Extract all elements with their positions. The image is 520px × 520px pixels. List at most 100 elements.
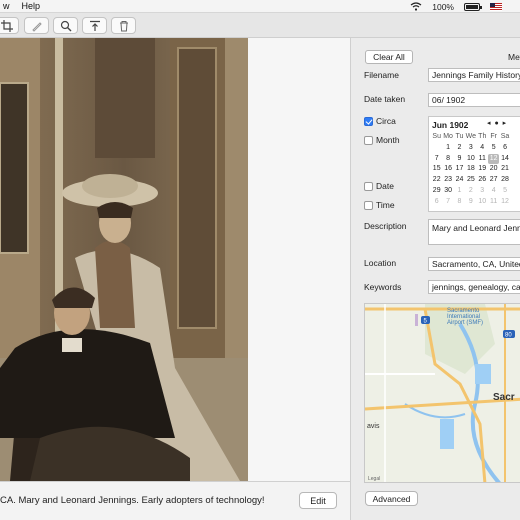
month-checkbox[interactable]: Month	[364, 135, 400, 145]
crop-button[interactable]	[0, 17, 19, 34]
calendar-nav-arrows[interactable]: ◂ ● ▸	[487, 119, 507, 127]
calendar-day[interactable]: 22	[431, 175, 442, 186]
time-checkbox-box[interactable]	[364, 200, 373, 210]
calendar-day[interactable]: 11	[477, 154, 488, 165]
family-photo-image	[0, 38, 248, 481]
us-flag-icon[interactable]	[490, 2, 502, 11]
circa-checkbox[interactable]: Circa	[364, 116, 396, 126]
calendar-day[interactable]: 2	[465, 186, 476, 197]
calendar-day[interactable]: 4	[477, 143, 488, 154]
circa-label: Circa	[376, 116, 396, 126]
calendar-day[interactable]: 14	[499, 154, 510, 165]
circa-checkbox-box[interactable]	[364, 116, 373, 126]
calendar-day[interactable]: 23	[442, 175, 453, 186]
calendar-day[interactable]: 29	[431, 186, 442, 197]
calendar-day[interactable]: 3	[477, 186, 488, 197]
calendar-day[interactable]: 12	[499, 197, 510, 208]
metadata-heading: Met	[508, 52, 520, 62]
menubar: w Help 100%	[0, 0, 520, 13]
upload-icon	[89, 20, 100, 31]
location-map[interactable]: Sacramento International Airport (SMF) S…	[364, 303, 520, 483]
month-checkbox-box[interactable]	[364, 135, 373, 145]
calendar-day[interactable]: 17	[454, 164, 465, 175]
calendar-day[interactable]: 18	[465, 164, 476, 175]
calendar-day[interactable]: 7	[431, 154, 442, 165]
month-label: Month	[376, 135, 400, 145]
delete-button[interactable]	[111, 17, 136, 34]
menu-item-help[interactable]: Help	[22, 1, 41, 11]
edit-caption-button[interactable]: Edit	[299, 492, 337, 509]
calendar-day[interactable]: 3	[465, 143, 476, 154]
weekday-sun: Su	[432, 133, 441, 140]
calendar-day[interactable]: 30	[442, 186, 453, 197]
calendar-day[interactable]: 1	[442, 143, 453, 154]
canvas-background	[248, 38, 350, 481]
weekday-tue: Tu	[455, 133, 464, 140]
toolbar	[0, 13, 520, 38]
export-button[interactable]	[82, 17, 107, 34]
calendar-day[interactable]: 19	[477, 164, 488, 175]
calendar-day[interactable]: 9	[454, 154, 465, 165]
weekday-thu: Th	[478, 133, 487, 140]
pencil-icon	[31, 21, 42, 32]
pencil-button[interactable]	[24, 17, 49, 34]
photo-view[interactable]	[0, 38, 248, 481]
calendar-day[interactable]: 6	[431, 197, 442, 208]
description-field[interactable]: Mary and Leonard Jenni	[428, 219, 520, 245]
calendar-day[interactable]: 16	[442, 164, 453, 175]
calendar-day[interactable]: 9	[465, 197, 476, 208]
calendar-day[interactable]: 25	[465, 175, 476, 186]
calendar-day[interactable]: 24	[454, 175, 465, 186]
keywords-field[interactable]: jennings, genealogy, cal	[428, 280, 520, 294]
calendar-day[interactable]: 20	[488, 164, 499, 175]
trash-icon	[119, 20, 128, 31]
metadata-panel: Clear All Met Filename Jennings Family H…	[350, 38, 520, 520]
weekday-wed: We	[465, 133, 477, 140]
calendar-day[interactable]: 1	[454, 186, 465, 197]
calendar-day[interactable]: 28	[499, 175, 510, 186]
location-field[interactable]: Sacramento, CA, United S	[428, 257, 520, 271]
filename-field[interactable]: Jennings Family History	[428, 68, 520, 82]
calendar-day[interactable]: 10	[465, 154, 476, 165]
battery-percent: 100%	[432, 1, 454, 12]
calendar-day[interactable]	[431, 143, 442, 154]
calendar-day[interactable]: 26	[477, 175, 488, 186]
wifi-icon[interactable]	[410, 2, 422, 11]
calendar-day[interactable]: 2	[454, 143, 465, 154]
time-checkbox[interactable]: Time	[364, 200, 395, 210]
caption-bar: CA. Mary and Leonard Jennings. Early ado…	[0, 481, 350, 520]
map-highway-80: 80	[505, 333, 512, 339]
calendar-day-selected[interactable]: 12	[487, 153, 500, 165]
crop-icon	[0, 19, 13, 32]
calendar-day[interactable]: 11	[488, 197, 499, 208]
calendar-day[interactable]: 21	[499, 164, 510, 175]
date-label: Date	[376, 181, 394, 191]
map-image: Sacramento International Airport (SMF) S…	[365, 304, 520, 482]
clear-all-button[interactable]: Clear All	[365, 50, 413, 64]
map-city-label: Sacr	[493, 392, 515, 403]
calendar-day[interactable]: 6	[499, 143, 510, 154]
calendar-day[interactable]: 15	[431, 164, 442, 175]
calendar-day[interactable]: 10	[477, 197, 488, 208]
calendar-day[interactable]: 4	[488, 186, 499, 197]
calendar-day[interactable]: 5	[499, 186, 510, 197]
battery-icon[interactable]	[464, 2, 482, 11]
calendar-day[interactable]: 8	[442, 154, 453, 165]
calendar-day[interactable]: 5	[488, 143, 499, 154]
filename-label: Filename	[364, 70, 399, 80]
menu-item-window[interactable]: w	[3, 1, 10, 11]
keywords-label: Keywords	[364, 282, 402, 292]
date-taken-field[interactable]: 06/ 1902	[428, 93, 520, 107]
calendar-day[interactable]: 7	[442, 197, 453, 208]
advanced-button[interactable]: Advanced	[365, 491, 418, 506]
map-legal-link[interactable]: Legal	[368, 476, 380, 482]
status-area: 100%	[410, 0, 502, 13]
calendar-day[interactable]: 8	[454, 197, 465, 208]
weekday-mon: Mo	[443, 133, 453, 140]
date-picker-calendar[interactable]: Jun 1902 ◂ ● ▸ Su Mo Tu We Th Fr Sa 1234…	[428, 116, 520, 212]
date-checkbox-box[interactable]	[364, 181, 373, 191]
zoom-button[interactable]	[53, 17, 78, 34]
date-checkbox[interactable]: Date	[364, 181, 394, 191]
calendar-day[interactable]: 27	[488, 175, 499, 186]
calendar-month-title: Jun 1902	[432, 120, 469, 130]
